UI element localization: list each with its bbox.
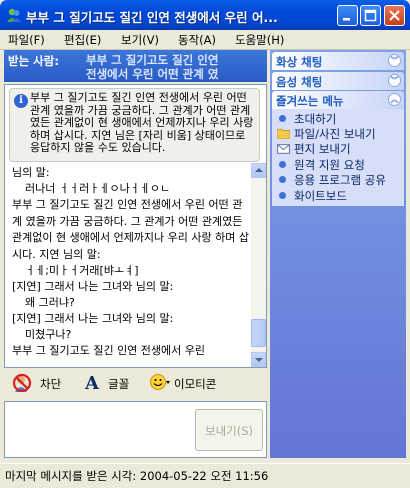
message-text: 부부 그 질기고도 질긴 인연 전생에서 우린 어떤 관계 였을까 가끔 궁금하… <box>12 198 249 261</box>
info-icon: i <box>14 94 28 108</box>
section-video-chat[interactable]: 화상 채팅 ︾ <box>272 52 404 70</box>
message-text: 왜 그러냐? <box>25 296 75 309</box>
task-pane: 화상 채팅 ︾ 음성 채팅 ︾ 즐겨쓰는 메뉴 ︽ 초대하기 파일/사진 보내기… <box>270 50 406 458</box>
section-favorites[interactable]: 즐겨쓰는 메뉴 ︽ <box>272 91 404 109</box>
recipient-name-line2: 전생에서 우린 어떤 관계 였 <box>86 67 219 81</box>
menu-view[interactable]: 보기(V) <box>121 32 159 48</box>
title-bar[interactable]: 부부 그 질기고도 질긴 인연 전생에서 우린 어... <box>0 0 410 30</box>
fav-label: 편지 보내기 <box>294 142 351 156</box>
favorites-list: 초대하기 파일/사진 보내기 편지 보내기 원격 지원 요청 응용 프로그램 공… <box>272 109 404 206</box>
chevron-up-icon[interactable]: ︽ <box>388 93 401 106</box>
menu-help[interactable]: 도움말(H) <box>235 32 284 48</box>
message-list: 님의 말: 러나너 ㅓㅓ러ㅏㅔㅇ나ㅓㅔㅇㄴ 부부 그 질기고도 질긴 인연 전생에서… <box>12 165 250 360</box>
whiteboard-icon <box>279 192 286 199</box>
scroll-up-button[interactable] <box>251 163 266 178</box>
message-header: [지연] 그래서 나는 그녀와 님의 말: <box>12 280 174 293</box>
send-button[interactable]: 보내기(S) <box>195 409 263 451</box>
arrow-up-icon <box>255 168 263 172</box>
recipient-name-line1: 부부 그 질기고도 질긴 인연 <box>86 53 219 67</box>
menu-file[interactable]: 파일(F) <box>8 32 45 48</box>
folder-icon <box>277 128 290 139</box>
menu-edit[interactable]: 편집(E) <box>64 32 101 48</box>
status-text: 마지막 메시지를 받은 시각: 2004-05-22 오전 11:56 <box>5 469 269 483</box>
scroll-thumb[interactable] <box>251 319 266 347</box>
maximize-button[interactable] <box>360 5 381 26</box>
menu-action[interactable]: 동작(A) <box>178 32 216 48</box>
message-text: 미쳤구나? <box>25 328 72 341</box>
remote-icon <box>279 161 286 168</box>
messenger-icon <box>7 8 21 22</box>
message-header: 님의 말: <box>12 166 50 179</box>
recipient-name: 부부 그 질기고도 질긴 인연 전생에서 우린 어떤 관계 였 <box>86 53 262 81</box>
fav-label: 응용 프로그램 공유 <box>294 173 386 187</box>
section-label: 화상 채팅 <box>276 55 323 69</box>
emoticon-label: 이모티콘 <box>174 377 217 391</box>
minimize-button[interactable] <box>337 5 358 26</box>
smiley-icon <box>150 374 170 390</box>
message-text: ㅓㅔ;미ㅏㅓ거래[뱌ㅗㅕ] <box>25 264 139 277</box>
away-notice: i 부부 그 질기고도 질긴 인연 전생에서 우린 어떤 관계 였을까 가끔 궁… <box>9 88 260 162</box>
message-text: 부부 그 질기고도 질긴 인연 전생에서 우린 <box>12 344 206 357</box>
close-button[interactable] <box>384 5 405 26</box>
minimize-icon <box>343 18 350 21</box>
share-icon <box>279 176 286 183</box>
font-icon: A <box>84 373 100 392</box>
chevron-down-icon[interactable]: ︾ <box>388 74 401 87</box>
chat-history[interactable]: i 부부 그 질기고도 질긴 인연 전생에서 우린 어떤 관계 였을까 가끔 궁… <box>4 84 267 368</box>
section-voice-chat[interactable]: 음성 채팅 ︾ <box>272 72 404 90</box>
section-label: 음성 채팅 <box>276 75 323 89</box>
notice-text: 부부 그 질기고도 질긴 인연 전생에서 우린 어떤 관계 였을까 가끔 궁금하… <box>30 91 254 154</box>
fav-label: 파일/사진 보내기 <box>294 127 376 141</box>
window-title: 부부 그 질기고도 질긴 인연 전생에서 우린 어... <box>26 10 278 25</box>
chevron-down-icon[interactable]: ︾ <box>388 54 401 67</box>
chat-scrollbar[interactable] <box>251 163 266 367</box>
menu-bar: 파일(F) 편집(E) 보기(V) 동작(A) 도움말(H) <box>0 30 410 50</box>
fav-label: 화이트보드 <box>294 189 347 203</box>
arrow-down-icon <box>255 358 263 362</box>
maximize-icon <box>364 9 377 22</box>
font-label: 글꼴 <box>108 377 130 391</box>
mail-icon <box>277 144 290 154</box>
svg-text:A: A <box>84 373 100 392</box>
fav-label: 원격 지원 요청 <box>294 158 365 172</box>
scroll-down-button[interactable] <box>251 352 266 367</box>
message-text: 러나너 ㅓㅓ러ㅏㅔㅇ나ㅓㅔㅇㄴ <box>25 182 171 195</box>
message-header: [지연] 그래서 나는 그녀와 님의 말: <box>12 312 174 325</box>
close-icon <box>389 10 400 21</box>
block-icon <box>12 373 32 393</box>
block-label: 차단 <box>40 377 62 391</box>
fav-label: 초대하기 <box>294 112 337 126</box>
chat-window: 부부 그 질기고도 질긴 인연 전생에서 우린 어... 파일(F) 편집(E)… <box>0 0 410 488</box>
status-bar: 마지막 메시지를 받은 시각: 2004-05-22 오전 11:56 <box>0 463 410 488</box>
recipient-label: 받는 사람: <box>8 54 59 68</box>
invite-icon <box>279 115 286 122</box>
section-label: 즐겨쓰는 메뉴 <box>276 94 344 108</box>
compose-toolbar: 차단 A 글꼴 이모티콘 <box>4 370 267 400</box>
recipient-bar: 받는 사람: 부부 그 질기고도 질긴 인연 전생에서 우린 어떤 관계 였 <box>4 50 267 82</box>
